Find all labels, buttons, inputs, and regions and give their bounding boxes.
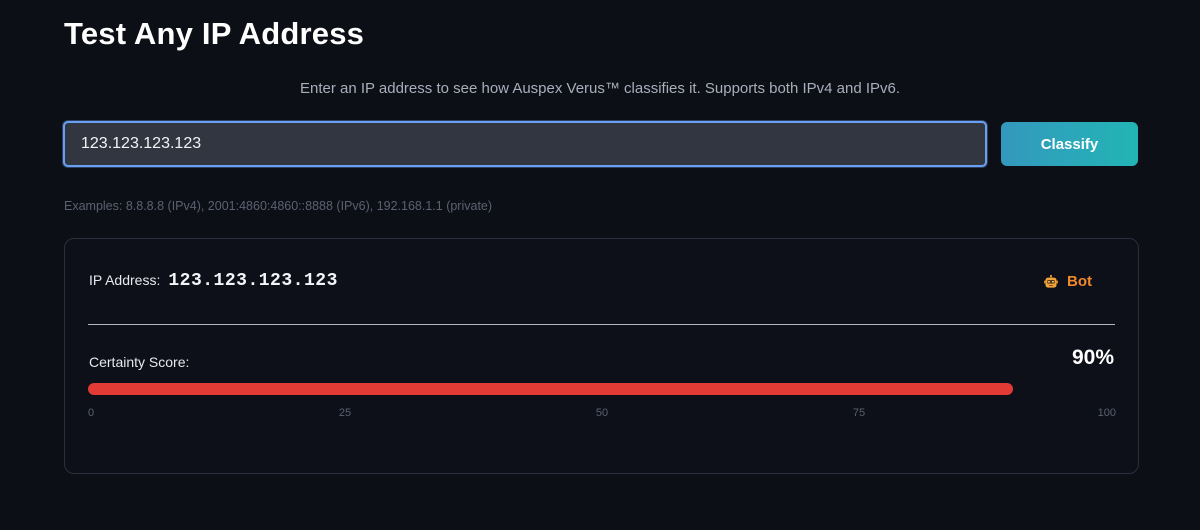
scale-tick: 25 xyxy=(338,407,352,419)
result-ip-row: IP Address: 123.123.123.123 xyxy=(89,271,338,291)
result-card: IP Address: 123.123.123.123 Bot Certaint… xyxy=(64,238,1139,474)
scale-tick: 50 xyxy=(595,407,609,419)
result-divider xyxy=(88,324,1115,325)
ip-address-input[interactable] xyxy=(63,121,987,167)
certainty-scale: 0 25 50 75 100 xyxy=(88,407,1116,421)
classify-button[interactable]: Classify xyxy=(1001,122,1138,166)
certainty-value: 90% xyxy=(1071,346,1114,369)
result-ip-value: 123.123.123.123 xyxy=(168,271,338,291)
classification-badge: Bot xyxy=(1044,273,1092,290)
ip-test-page: Test Any IP Address Enter an IP address … xyxy=(0,0,1200,530)
certainty-label: Certainty Score: xyxy=(89,354,190,370)
certainty-progress-fill xyxy=(88,383,1014,395)
page-subtitle: Enter an IP address to see how Auspex Ve… xyxy=(299,80,901,97)
scale-tick: 0 xyxy=(88,407,95,419)
page-title: Test Any IP Address xyxy=(64,16,365,51)
scale-tick: 75 xyxy=(852,407,866,419)
classification-label: Bot xyxy=(1067,273,1092,290)
robot-icon xyxy=(1044,274,1058,288)
result-ip-label: IP Address: xyxy=(89,272,161,288)
certainty-progress-track xyxy=(88,383,1116,395)
examples-hint: Examples: 8.8.8.8 (IPv4), 2001:4860:4860… xyxy=(64,199,493,213)
scale-tick: 100 xyxy=(1097,407,1116,419)
